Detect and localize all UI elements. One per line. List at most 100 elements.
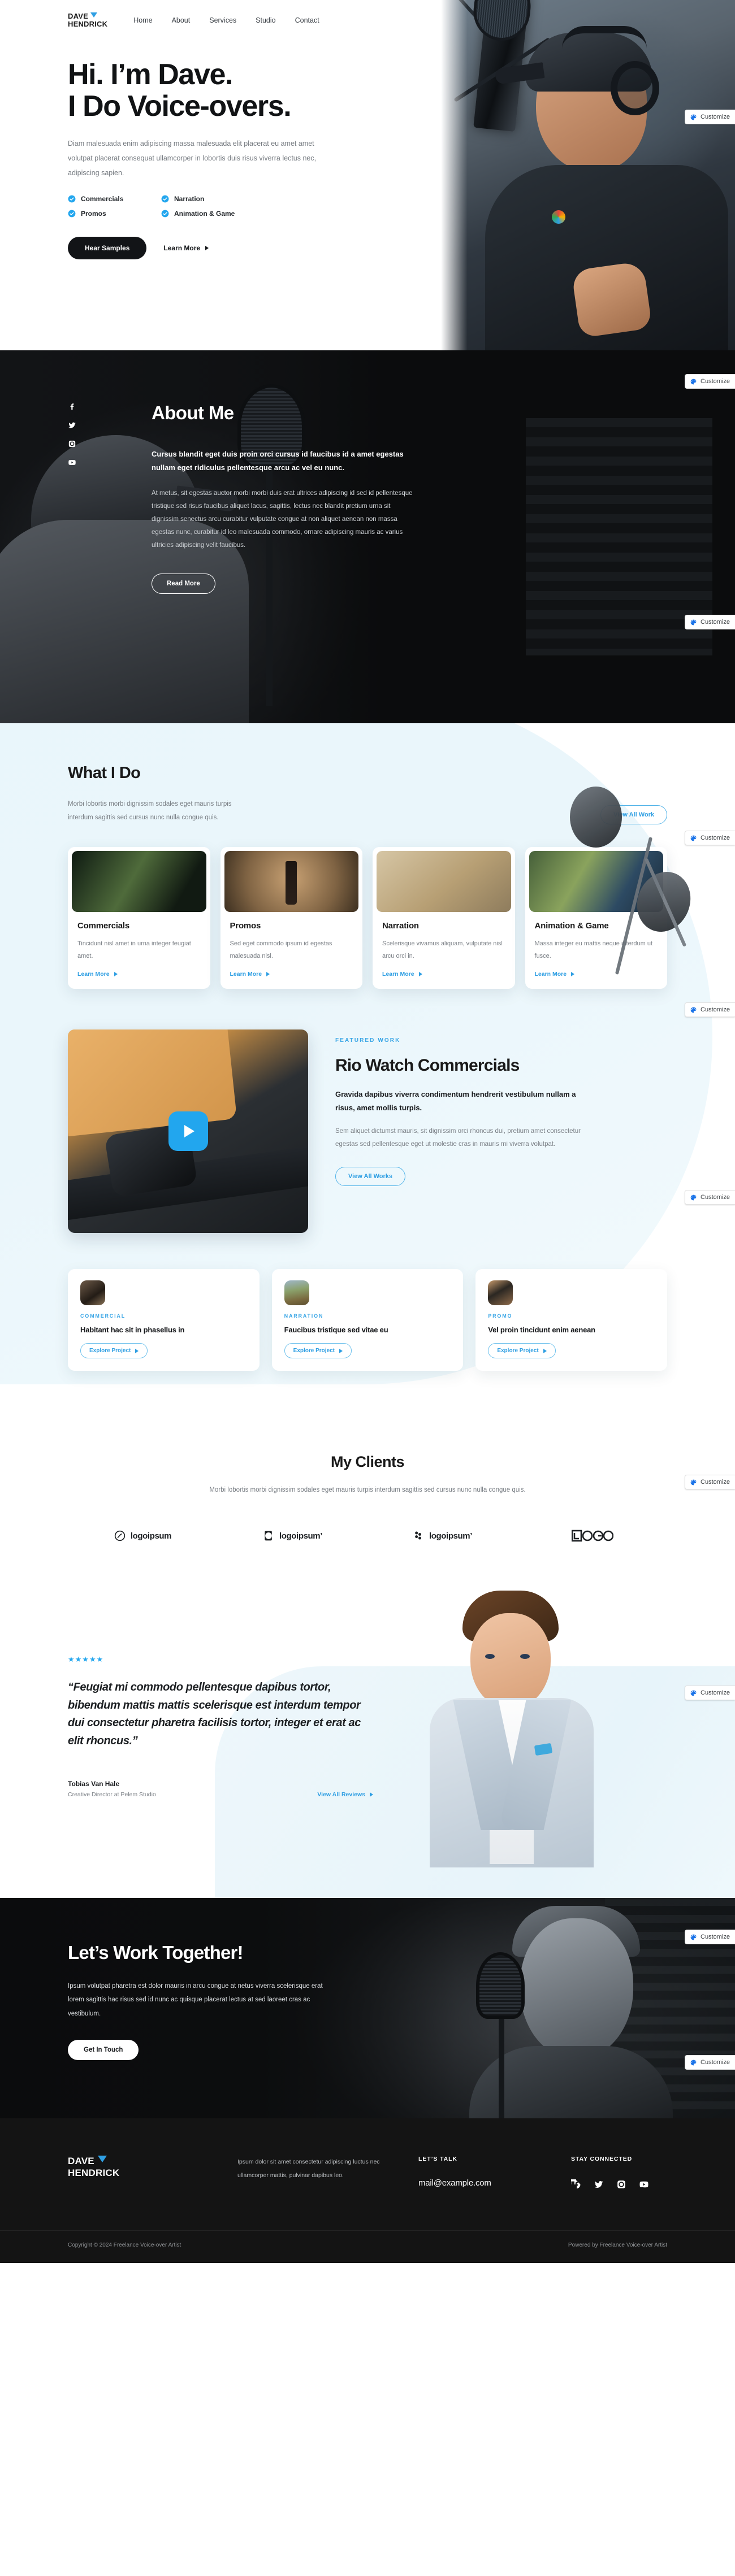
youtube-icon[interactable] (68, 458, 76, 467)
service-learn-more-link[interactable]: Learn More (230, 971, 353, 978)
customize-button-1[interactable]: Customize (685, 110, 735, 124)
caret-right-icon (339, 1348, 343, 1353)
logo-mark-dots-icon (415, 1531, 421, 1540)
customize-button-8[interactable]: Customize (685, 1686, 735, 1701)
featured-strong-text: Gravida dapibus viverra condimentum hend… (335, 1090, 576, 1113)
service-title: Animation & Game (534, 921, 609, 931)
project-card[interactable]: COMMERCIAL Habitant hac sit in phasellus… (68, 1269, 260, 1371)
explore-project-button[interactable]: Explore Project (80, 1343, 148, 1359)
nav-item-home[interactable]: Home (133, 16, 152, 24)
triangle-icon (97, 2156, 107, 2163)
feature-label: Animation & Game (174, 210, 235, 218)
footer-brand-line2: HENDRICK (68, 2167, 120, 2178)
service-text: Tincidunt nisl amet in urna integer feug… (77, 940, 191, 959)
twitter-icon[interactable] (594, 2179, 604, 2190)
view-all-reviews-link[interactable]: View All Reviews (317, 1791, 373, 1798)
about-social-rail (68, 402, 76, 467)
hero-learn-more-link[interactable]: Learn More (163, 244, 209, 252)
nav-item-studio[interactable]: Studio (256, 16, 275, 24)
footer-email[interactable]: mail@example.com (418, 2178, 560, 2188)
footer-social-column: STAY CONNECTED (571, 2156, 667, 2190)
footer-connected-heading: STAY CONNECTED (571, 2156, 633, 2163)
service-learn-more-link[interactable]: Learn More (535, 971, 658, 978)
nav-links: Home About Services Studio Contact (133, 16, 319, 24)
palette-icon (690, 1934, 697, 1940)
palette-icon (690, 1194, 697, 1200)
nav-item-about[interactable]: About (172, 16, 191, 24)
get-in-touch-button[interactable]: Get In Touch (68, 2039, 139, 2060)
customize-button-9[interactable]: Customize (685, 1930, 735, 1945)
service-learn-more-label: Learn More (230, 971, 262, 978)
customize-button-2[interactable]: Customize (685, 374, 735, 389)
customize-button-7[interactable]: Customize (685, 1475, 735, 1490)
caret-right-icon (418, 972, 422, 977)
hear-samples-button[interactable]: Hear Samples (68, 237, 147, 260)
footer-talk-column: LET’S TALK mail@example.com (418, 2156, 560, 2190)
testimonial-section: Customize ★★★★★ “Feugiat mi commodo pell… (0, 1582, 735, 1899)
service-thumbnail-narration (377, 851, 511, 913)
play-button[interactable] (168, 1111, 208, 1152)
twitter-icon[interactable] (68, 421, 76, 429)
project-cards: COMMERCIAL Habitant hac sit in phasellus… (68, 1269, 667, 1371)
customize-button-10[interactable]: Customize (685, 2055, 735, 2070)
customize-label: Customize (701, 2059, 730, 2066)
facebook-icon[interactable] (571, 2179, 581, 2190)
featured-video-card[interactable] (68, 1029, 308, 1233)
nav-item-contact[interactable]: Contact (295, 16, 319, 24)
service-learn-more-label: Learn More (534, 971, 567, 978)
brand-logo[interactable]: DAVE HENDRICK (68, 12, 107, 28)
play-icon (184, 1125, 194, 1138)
youtube-icon[interactable] (639, 2179, 649, 2190)
project-tag: PROMO (488, 1313, 513, 1319)
service-learn-more-link[interactable]: Learn More (382, 971, 505, 978)
customize-button-6[interactable]: Customize (685, 1190, 735, 1205)
check-circle-icon (161, 195, 169, 203)
hero-section: Customize DAVE HENDRICK Home About Servi… (0, 0, 735, 350)
testimonial-footer: Tobias Van Hale Creative Director at Pel… (68, 1780, 373, 1798)
caret-right-icon (135, 1348, 139, 1353)
customize-button-5[interactable]: Customize (685, 1002, 735, 1017)
featured-title: Rio Watch Commercials (335, 1056, 520, 1075)
check-circle-icon (68, 195, 76, 203)
customize-button-3[interactable]: Customize (685, 615, 735, 629)
customize-label: Customize (701, 619, 730, 625)
caret-right-icon (370, 1792, 373, 1797)
footer-social-icons (571, 2179, 667, 2190)
service-card[interactable]: Promos Sed eget commodo ipsum id egestas… (220, 847, 362, 989)
client-logo-label: logoipsum’ (279, 1531, 322, 1541)
customize-button-4[interactable]: Customize (685, 831, 735, 845)
customize-label: Customize (701, 1194, 730, 1201)
services-heading: What I Do (68, 764, 141, 782)
footer-copyright: Copyright © 2024 Freelance Voice-over Ar… (68, 2242, 181, 2249)
footer-logo[interactable]: DAVE HENDRICK (68, 2156, 226, 2190)
check-circle-icon (161, 210, 169, 218)
client-logos: logoipsum logoipsum’ logoipsum’ (68, 1530, 667, 1542)
triangle-icon (90, 12, 97, 18)
instagram-icon[interactable] (68, 440, 76, 448)
project-tag: COMMERCIAL (80, 1313, 126, 1319)
about-read-more-button[interactable]: Read More (152, 574, 215, 594)
testimonial-portrait (418, 1587, 605, 1868)
rating-stars: ★★★★★ (68, 1655, 104, 1664)
project-card[interactable]: NARRATION Faucibus tristique sed vitae e… (271, 1269, 464, 1371)
service-card[interactable]: Narration Scelerisque vivamus aliquam, v… (373, 847, 515, 989)
facebook-icon[interactable] (68, 402, 76, 411)
view-all-reviews-label: View All Reviews (317, 1791, 365, 1798)
testimonial-role: Creative Director at Pelem Studio (68, 1791, 156, 1798)
service-learn-more-link[interactable]: Learn More (77, 971, 201, 978)
caret-right-icon (205, 246, 209, 251)
view-all-works-button[interactable]: View All Works (335, 1167, 406, 1187)
footer-bottom-bar: Copyright © 2024 Freelance Voice-over Ar… (0, 2230, 735, 2263)
service-title: Commercials (77, 921, 130, 931)
nav-item-services[interactable]: Services (209, 16, 236, 24)
explore-project-button[interactable]: Explore Project (488, 1343, 556, 1359)
project-title: Faucibus tristique sed vitae eu (284, 1326, 388, 1335)
instagram-icon[interactable] (616, 2179, 626, 2190)
service-card[interactable]: Commercials Tincidunt nisl amet in urna … (68, 847, 210, 989)
featured-work: FEATURED WORK Rio Watch Commercials Grav… (68, 787, 699, 1233)
project-card[interactable]: PROMO Vel proin tincidunt enim aenean Ex… (475, 1269, 667, 1371)
about-copy: About Me Cursus blandit eget duis proin … (152, 402, 417, 594)
logo-mark-square-icon (265, 1531, 272, 1541)
explore-project-button[interactable]: Explore Project (284, 1343, 352, 1359)
hero-actions: Hear Samples Learn More (68, 237, 362, 260)
